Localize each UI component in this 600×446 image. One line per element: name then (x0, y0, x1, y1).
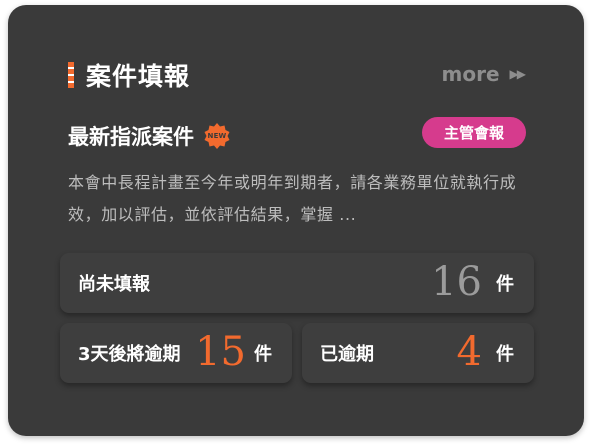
double-chevron-right-icon: ▶▶ (509, 67, 527, 81)
stat-unfilled-value: 16 (431, 259, 482, 306)
stat-due-soon-card[interactable]: 3天後將逾期 15 件 (60, 323, 292, 383)
stat-unfilled-unit: 件 (496, 274, 514, 295)
stat-due-soon-label: 3天後將逾期 (78, 344, 181, 365)
case-description: 本會中長程計畫至今年或明年到期者，請各業務單位就執行成效，加以評估，並依評估結果… (68, 173, 517, 224)
new-badge-icon: NEW (203, 122, 231, 150)
section-header: 最新指派案件 NEW (68, 121, 231, 151)
card-title: 案件填報 (86, 62, 191, 91)
stat-overdue-card[interactable]: 已逾期 4 件 (302, 323, 534, 383)
stat-overdue-label: 已逾期 (320, 344, 374, 365)
supervisor-meeting-tag[interactable]: 主管會報 (422, 117, 526, 148)
more-link[interactable]: more ▶▶ (441, 62, 527, 86)
case-filing-card: 案件填報 more ▶▶ 最新指派案件 NEW 主管會報 本會中長程計畫至今年或… (8, 5, 584, 436)
new-badge-label: NEW (207, 132, 227, 140)
stat-overdue-unit: 件 (496, 344, 514, 365)
stat-overdue-value: 4 (456, 329, 482, 376)
stat-due-soon-unit: 件 (254, 344, 272, 365)
stat-unfilled-label: 尚未填報 (78, 274, 150, 295)
section-title: 最新指派案件 (68, 125, 194, 149)
stat-unfilled-card[interactable]: 尚未填報 16 件 (60, 253, 534, 313)
card-header: 案件填報 (68, 57, 190, 93)
more-label: more (441, 62, 500, 86)
stat-due-soon-value: 15 (195, 329, 246, 376)
accent-bar-icon (68, 62, 74, 88)
